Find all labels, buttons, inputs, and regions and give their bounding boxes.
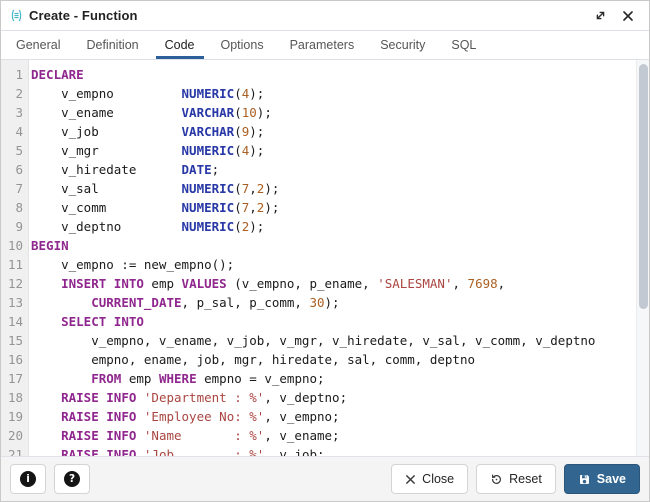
code-text: INSERT INTO emp VALUES (v_empno, p_ename…	[28, 274, 649, 293]
tab-code[interactable]: Code	[156, 31, 204, 59]
line-number: 15	[1, 331, 28, 350]
line-number: 2	[1, 84, 28, 103]
line-number: 13	[1, 293, 28, 312]
line-number: 14	[1, 312, 28, 331]
code-text: FROM emp WHERE empno = v_empno;	[28, 369, 649, 388]
code-editor[interactable]: 1DECLARE2 v_empno NUMERIC(4);3 v_ename V…	[1, 60, 649, 456]
code-text: empno, ename, job, mgr, hiredate, sal, c…	[28, 350, 649, 369]
code-text: SELECT INTO	[28, 312, 649, 331]
line-number: 4	[1, 122, 28, 141]
footer-actions: Close Reset	[391, 464, 640, 494]
code-text: RAISE INFO 'Employee No: %', v_empno;	[28, 407, 649, 426]
code-line[interactable]: 17 FROM emp WHERE empno = v_empno;	[1, 369, 649, 388]
line-number: 10	[1, 236, 28, 255]
code-text: RAISE INFO 'Job : %', v_job;	[28, 445, 649, 456]
code-text: v_hiredate DATE;	[28, 160, 649, 179]
function-icon	[9, 8, 24, 23]
tab-definition[interactable]: Definition	[77, 31, 147, 59]
dialog-header: Create - Function	[1, 1, 649, 31]
help-icon: ?	[64, 471, 80, 487]
code-line[interactable]: 10BEGIN	[1, 236, 649, 255]
close-icon	[622, 10, 634, 22]
code-text: RAISE INFO 'Name : %', v_ename;	[28, 426, 649, 445]
code-text: v_empno NUMERIC(4);	[28, 84, 649, 103]
code-text: v_empno := new_empno();	[28, 255, 649, 274]
save-icon	[578, 473, 591, 486]
info-button[interactable]: i	[10, 464, 46, 494]
code-line[interactable]: 8 v_comm NUMERIC(7,2);	[1, 198, 649, 217]
code-text: v_empno, v_ename, v_job, v_mgr, v_hireda…	[28, 331, 649, 350]
code-text: BEGIN	[28, 236, 649, 255]
code-line[interactable]: 15 v_empno, v_ename, v_job, v_mgr, v_hir…	[1, 331, 649, 350]
line-number: 5	[1, 141, 28, 160]
close-button[interactable]	[617, 5, 639, 27]
line-number: 12	[1, 274, 28, 293]
tab-parameters[interactable]: Parameters	[281, 31, 364, 59]
expand-button[interactable]	[589, 5, 611, 27]
code-line[interactable]: 18 RAISE INFO 'Department : %', v_deptno…	[1, 388, 649, 407]
reset-label: Reset	[509, 472, 542, 486]
code-text: v_ename VARCHAR(10);	[28, 103, 649, 122]
dialog-footer: i ? Close	[1, 456, 649, 501]
code-text: CURRENT_DATE, p_sal, p_comm, 30);	[28, 293, 649, 312]
line-number: 18	[1, 388, 28, 407]
code-text: v_job VARCHAR(9);	[28, 122, 649, 141]
info-icon: i	[20, 471, 36, 487]
code-line[interactable]: 13 CURRENT_DATE, p_sal, p_comm, 30);	[1, 293, 649, 312]
scrollbar[interactable]	[636, 60, 649, 456]
footer-reset-button[interactable]: Reset	[476, 464, 556, 494]
help-button[interactable]: ?	[54, 464, 90, 494]
code-text: v_mgr NUMERIC(4);	[28, 141, 649, 160]
code-line[interactable]: 21 RAISE INFO 'Job : %', v_job;	[1, 445, 649, 456]
code-line[interactable]: 5 v_mgr NUMERIC(4);	[1, 141, 649, 160]
close-x-icon	[405, 474, 416, 485]
code-text: RAISE INFO 'Department : %', v_deptno;	[28, 388, 649, 407]
line-number: 7	[1, 179, 28, 198]
code-line[interactable]: 2 v_empno NUMERIC(4);	[1, 84, 649, 103]
line-number: 11	[1, 255, 28, 274]
tab-general[interactable]: General	[7, 31, 69, 59]
line-number: 16	[1, 350, 28, 369]
code-text: v_comm NUMERIC(7,2);	[28, 198, 649, 217]
code-line[interactable]: 11 v_empno := new_empno();	[1, 255, 649, 274]
line-number: 17	[1, 369, 28, 388]
footer-save-button[interactable]: Save	[564, 464, 640, 494]
line-number: 1	[1, 65, 28, 84]
line-number: 9	[1, 217, 28, 236]
code-line[interactable]: 9 v_deptno NUMERIC(2);	[1, 217, 649, 236]
dialog-title: Create - Function	[29, 8, 138, 23]
code-line[interactable]: 6 v_hiredate DATE;	[1, 160, 649, 179]
expand-icon	[594, 9, 607, 22]
code-line[interactable]: 14 SELECT INTO	[1, 312, 649, 331]
code-text: v_sal NUMERIC(7,2);	[28, 179, 649, 198]
scrollbar-thumb[interactable]	[639, 64, 648, 309]
code-text: DECLARE	[28, 65, 649, 84]
code-line[interactable]: 4 v_job VARCHAR(9);	[1, 122, 649, 141]
create-function-dialog: Create - Function General Definition Code O…	[0, 0, 650, 502]
footer-close-button[interactable]: Close	[391, 464, 468, 494]
line-number: 6	[1, 160, 28, 179]
code-line[interactable]: 3 v_ename VARCHAR(10);	[1, 103, 649, 122]
code-line[interactable]: 12 INSERT INTO emp VALUES (v_empno, p_en…	[1, 274, 649, 293]
line-number: 20	[1, 426, 28, 445]
tab-sql[interactable]: SQL	[442, 31, 485, 59]
line-number: 8	[1, 198, 28, 217]
code-lines: 1DECLARE2 v_empno NUMERIC(4);3 v_ename V…	[1, 60, 649, 456]
code-text: v_deptno NUMERIC(2);	[28, 217, 649, 236]
close-label: Close	[422, 472, 454, 486]
save-label: Save	[597, 472, 626, 486]
code-line[interactable]: 7 v_sal NUMERIC(7,2);	[1, 179, 649, 198]
tab-security[interactable]: Security	[371, 31, 434, 59]
code-line[interactable]: 16 empno, ename, job, mgr, hiredate, sal…	[1, 350, 649, 369]
line-number: 3	[1, 103, 28, 122]
tab-bar: General Definition Code Options ParametersSe…	[1, 31, 649, 60]
line-number: 21	[1, 445, 28, 456]
code-line[interactable]: 20 RAISE INFO 'Name : %', v_ename;	[1, 426, 649, 445]
code-line[interactable]: 1DECLARE	[1, 65, 649, 84]
reset-icon	[490, 473, 503, 486]
tab-options[interactable]: Options	[212, 31, 273, 59]
line-number: 19	[1, 407, 28, 426]
code-line[interactable]: 19 RAISE INFO 'Employee No: %', v_empno;	[1, 407, 649, 426]
